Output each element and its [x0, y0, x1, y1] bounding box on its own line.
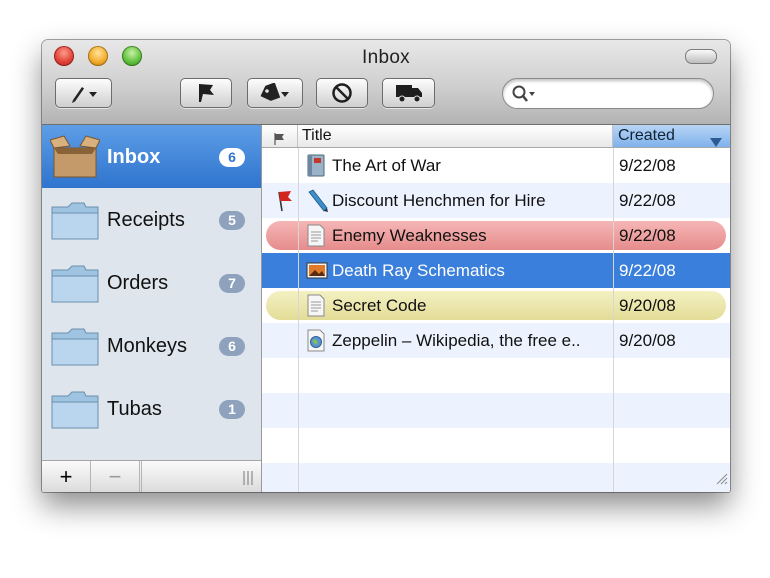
sidebar-item-receipts[interactable]: Receipts 5	[42, 188, 261, 251]
row-title: Enemy Weaknesses	[332, 226, 487, 245]
table-row[interactable]: Zeppelin – Wikipedia, the free e.. 9/20/…	[262, 323, 730, 358]
count-badge: 1	[219, 400, 245, 419]
table-body: The Art of War 9/22/08 Discount Henchmen…	[262, 148, 730, 492]
document-icon	[306, 294, 326, 317]
window-resize-grip-icon[interactable]	[714, 471, 728, 490]
sidebar-footer: + −	[42, 460, 261, 492]
row-created: 9/22/08	[619, 156, 676, 175]
row-title: Discount Henchmen for Hire	[332, 191, 546, 210]
flag-icon	[195, 82, 217, 104]
table-row[interactable]: Discount Henchmen for Hire 9/22/08	[262, 183, 730, 218]
column-header-created[interactable]: Created	[613, 125, 730, 147]
block-button[interactable]	[316, 78, 368, 108]
image-icon	[306, 259, 328, 282]
count-badge: 5	[219, 211, 245, 230]
sidebar-item-orders[interactable]: Orders 7	[42, 251, 261, 314]
title-toolbar: Inbox	[42, 40, 730, 125]
sidebar-item-tubas[interactable]: Tubas 1	[42, 377, 261, 440]
row-title: Zeppelin – Wikipedia, the free e..	[332, 331, 581, 350]
no-entry-icon	[331, 82, 353, 104]
red-flag-icon	[274, 189, 294, 218]
count-badge: 7	[219, 274, 245, 293]
table-row[interactable]: Secret Code 9/20/08	[262, 288, 730, 323]
table-row-selected[interactable]: Death Ray Schematics 9/22/08	[262, 253, 730, 288]
folder-icon	[50, 386, 100, 432]
inbox-box-icon	[49, 134, 101, 180]
row-title: Death Ray Schematics	[332, 261, 505, 280]
search-input[interactable]	[537, 83, 706, 105]
pen-menu-button[interactable]	[55, 78, 112, 108]
row-created: 9/22/08	[619, 261, 676, 280]
add-folder-button[interactable]: +	[42, 461, 91, 492]
sidebar-item-label: Inbox	[107, 146, 161, 168]
footer-divider	[140, 461, 142, 492]
row-title: Secret Code	[332, 296, 427, 315]
truck-icon	[394, 82, 424, 104]
row-created: 9/22/08	[619, 191, 676, 210]
move-button[interactable]	[382, 78, 435, 108]
folder-icon	[50, 197, 100, 243]
sidebar-item-label: Orders	[107, 272, 169, 294]
count-badge: 6	[219, 337, 245, 356]
count-badge: 6	[219, 148, 245, 167]
web-archive-icon	[306, 329, 326, 352]
search-field[interactable]	[502, 78, 714, 109]
remove-folder-button[interactable]: −	[91, 461, 140, 492]
table-row[interactable]: The Art of War 9/22/08	[262, 148, 730, 183]
pencil-icon	[306, 189, 328, 212]
label-menu-button[interactable]	[247, 78, 303, 108]
row-stripe	[262, 393, 730, 428]
sidebar-item-inbox[interactable]: Inbox 6	[42, 125, 261, 188]
column-divider	[613, 148, 614, 492]
row-stripe	[262, 463, 730, 492]
pen-icon	[68, 83, 100, 103]
flag-button[interactable]	[180, 78, 232, 108]
sidebar-item-label: Receipts	[107, 209, 185, 231]
column-header-flag[interactable]	[262, 125, 298, 147]
row-created: 9/20/08	[619, 331, 676, 350]
sidebar-item-label: Monkeys	[107, 335, 188, 357]
sidebar-item-monkeys[interactable]: Monkeys 6	[42, 314, 261, 377]
table-header: Title Created	[262, 125, 730, 148]
document-icon	[306, 224, 326, 247]
toolbar-toggle-button[interactable]	[685, 49, 717, 64]
table-row[interactable]: Enemy Weaknesses 9/22/08	[262, 218, 730, 253]
row-created: 9/20/08	[619, 296, 676, 315]
search-icon	[511, 84, 537, 109]
book-icon	[306, 154, 326, 177]
row-created: 9/22/08	[619, 226, 676, 245]
row-title: The Art of War	[332, 156, 441, 175]
row-stripe	[262, 428, 730, 463]
window-title: Inbox	[362, 47, 410, 68]
column-header-created-label: Created	[618, 127, 675, 144]
tag-icon	[258, 83, 292, 103]
row-stripe	[262, 358, 730, 393]
sidebar: Inbox 6 Receipts 5 Orders 7 Monkeys 6 Tu…	[42, 125, 262, 492]
sidebar-item-label: Tubas	[107, 398, 162, 420]
folder-icon	[50, 260, 100, 306]
column-divider	[298, 148, 299, 492]
item-list: Title Created The Art of War 9/22/08 Dis…	[262, 125, 730, 492]
folder-icon	[50, 323, 100, 369]
split-resize-grip-icon[interactable]	[243, 471, 253, 490]
column-header-title[interactable]: Title	[298, 125, 613, 147]
main-window: Inbox Inbox 6 Receipts 5 Orders 7 Monkey…	[42, 40, 730, 492]
